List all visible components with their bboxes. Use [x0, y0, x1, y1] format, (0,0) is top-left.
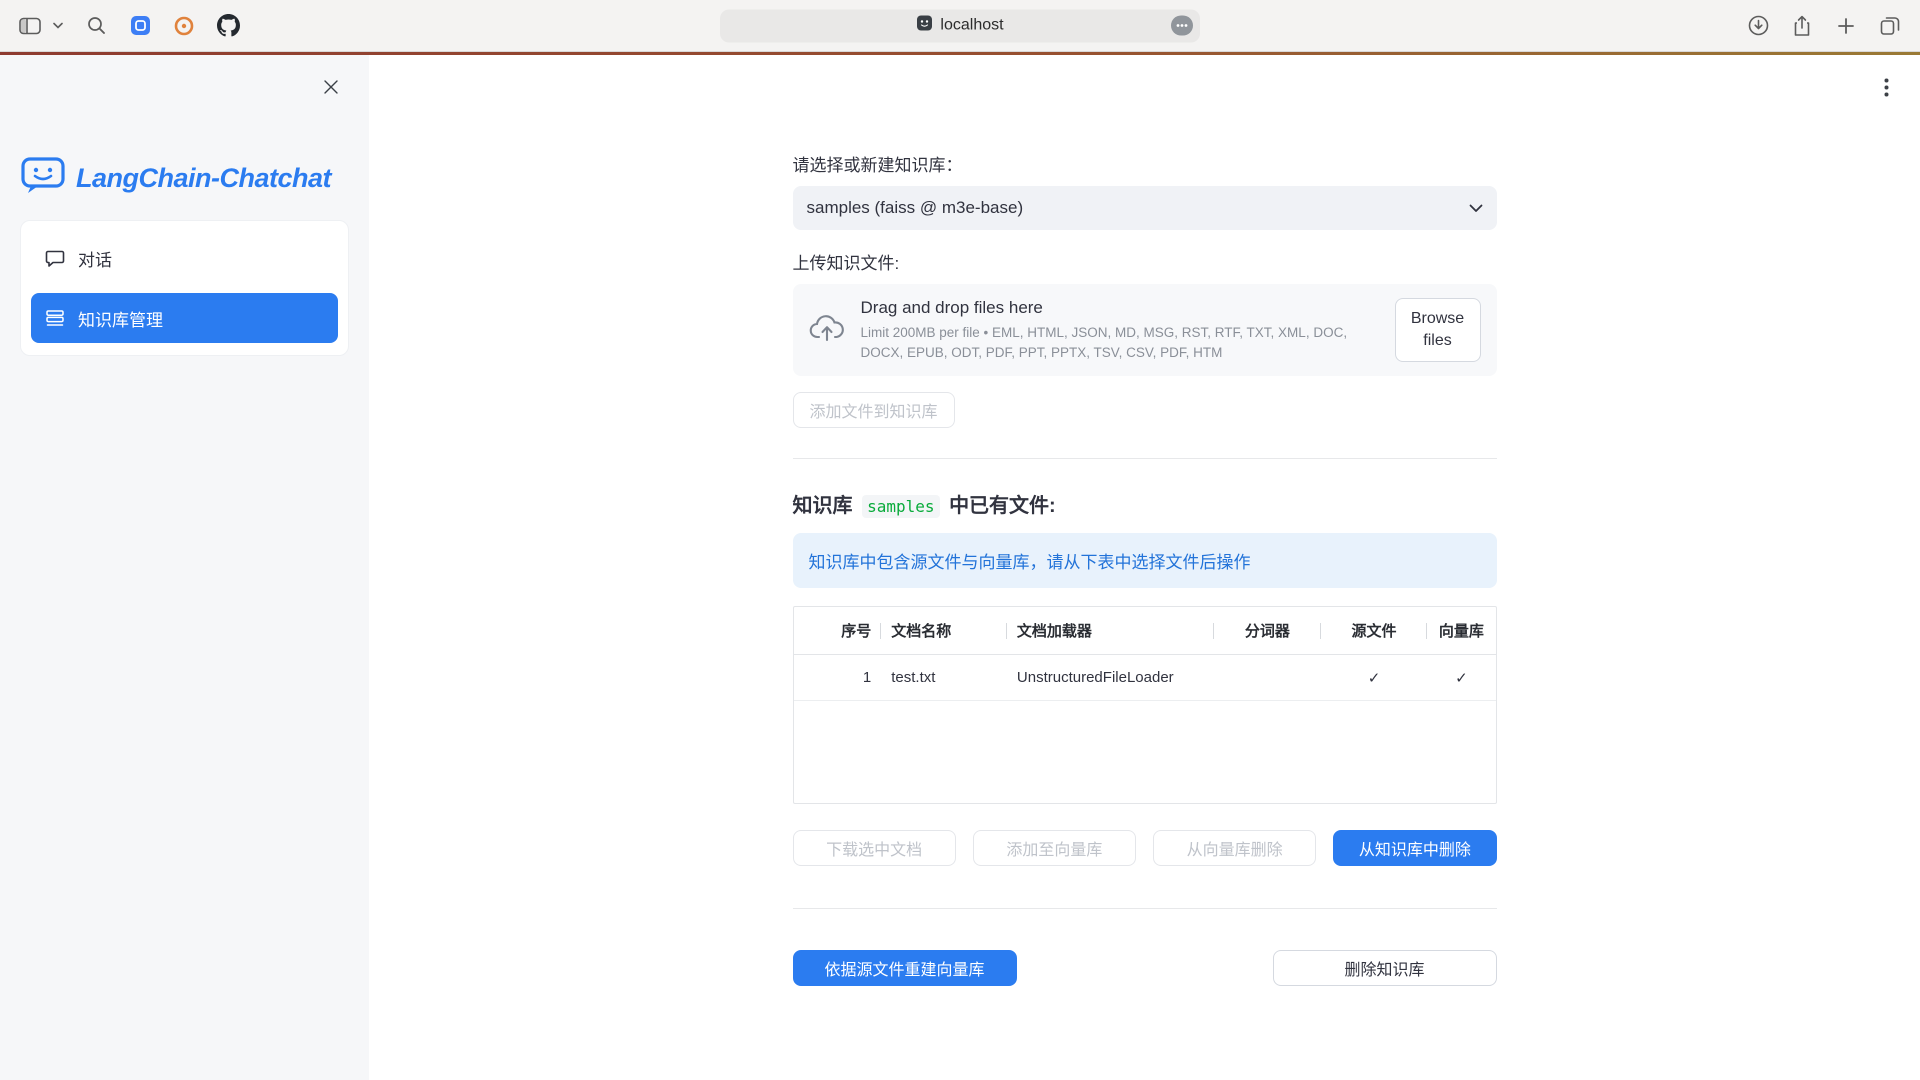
tab-overview-icon[interactable] — [1876, 12, 1904, 40]
file-dropzone[interactable]: Drag and drop files here Limit 200MB per… — [793, 284, 1497, 376]
knowledge-base-icon — [45, 308, 65, 328]
extension-icon-blue[interactable] — [126, 12, 154, 40]
remove-from-vector-store-button[interactable]: 从向量库删除 — [1153, 830, 1316, 866]
delete-kb-button[interactable]: 删除知识库 — [1273, 950, 1497, 986]
table-empty-area — [794, 701, 1496, 803]
cell-vector-store-check: ✓ — [1427, 669, 1495, 687]
kb-name-code: samples — [862, 495, 939, 518]
files-table: 序号 文档名称 文档加载器 分词器 源文件 向量库 1 test.txt Uns… — [793, 606, 1497, 804]
new-tab-icon[interactable] — [1832, 12, 1860, 40]
table-header-source-file[interactable]: 源文件 — [1321, 607, 1428, 654]
table-header-vector-store[interactable]: 向量库 — [1427, 607, 1495, 654]
cell-doc-name: test.txt — [881, 669, 1007, 686]
chat-icon — [45, 248, 65, 268]
dropzone-title: Drag and drop files here — [861, 298, 1371, 318]
content-column: 请选择或新建知识库： samples (faiss @ m3e-base) 上传… — [793, 55, 1497, 986]
kb-select[interactable]: samples (faiss @ m3e-base) — [793, 186, 1497, 230]
table-header-splitter[interactable]: 分词器 — [1214, 607, 1321, 654]
url-text: localhost — [940, 17, 1003, 35]
address-bar[interactable]: localhost — [720, 9, 1200, 42]
chevron-down-icon[interactable] — [50, 12, 66, 40]
table-header-doc-name[interactable]: 文档名称 — [881, 607, 1007, 654]
divider — [793, 458, 1497, 459]
logo-text: LangChain-Chatchat — [76, 163, 331, 194]
extensions-badge-icon[interactable] — [1171, 16, 1193, 36]
logo-icon — [20, 155, 66, 202]
sidebar-item-knowledge-base[interactable]: 知识库管理 — [31, 293, 338, 343]
sidebar-item-label: 对话 — [78, 246, 112, 271]
info-banner: 知识库中包含源文件与向量库，请从下表中选择文件后操作 — [793, 533, 1497, 588]
kb-select-value: samples (faiss @ m3e-base) — [807, 198, 1024, 218]
app-logo: LangChain-Chatchat — [20, 155, 349, 202]
sidebar-item-label: 知识库管理 — [78, 306, 163, 331]
select-chevron-icon — [1469, 198, 1483, 218]
kebab-menu-icon[interactable] — [1872, 73, 1900, 101]
kb-actions-row: 依据源文件重建向量库 删除知识库 — [793, 950, 1497, 986]
share-icon[interactable] — [1788, 12, 1816, 40]
downloads-icon[interactable] — [1744, 12, 1772, 40]
download-selected-button[interactable]: 下载选中文档 — [793, 830, 956, 866]
browser-toolbar: localhost — [0, 0, 1920, 52]
search-icon[interactable] — [82, 12, 110, 40]
cell-loader: UnstructuredFileLoader — [1007, 669, 1214, 686]
dropzone-text: Drag and drop files here Limit 200MB per… — [861, 298, 1379, 362]
delete-from-kb-button[interactable]: 从知识库中删除 — [1333, 830, 1496, 866]
cell-index: 1 — [794, 669, 882, 686]
cell-source-file-check: ✓ — [1321, 669, 1428, 687]
files-heading-suffix: 中已有文件: — [949, 495, 1056, 517]
table-header-index[interactable]: 序号 — [794, 607, 882, 654]
sidebar-toggle-icon[interactable] — [16, 12, 44, 40]
extension-icon-orange[interactable] — [170, 12, 198, 40]
table-row[interactable]: 1 test.txt UnstructuredFileLoader ✓ ✓ — [794, 655, 1496, 701]
table-header-loader[interactable]: 文档加载器 — [1007, 607, 1214, 654]
table-header-row: 序号 文档名称 文档加载器 分词器 源文件 向量库 — [794, 607, 1496, 655]
kb-select-label: 请选择或新建知识库： — [793, 151, 1497, 176]
github-icon[interactable] — [214, 12, 242, 40]
sidebar-item-chat[interactable]: 对话 — [31, 233, 338, 283]
upload-label: 上传知识文件: — [793, 249, 1497, 274]
sidebar-nav: 对话 知识库管理 — [20, 220, 349, 356]
browse-files-button[interactable]: Browse files — [1395, 298, 1481, 362]
site-favicon — [916, 15, 933, 37]
rebuild-vector-store-button[interactable]: 依据源文件重建向量库 — [793, 950, 1017, 986]
main-content: 请选择或新建知识库： samples (faiss @ m3e-base) 上传… — [369, 55, 1920, 1080]
add-files-button[interactable]: 添加文件到知识库 — [793, 392, 955, 428]
close-sidebar-icon[interactable] — [317, 73, 345, 101]
files-heading: 知识库 samples 中已有文件: — [793, 489, 1497, 518]
dropzone-hint: Limit 200MB per file • EML, HTML, JSON, … — [861, 323, 1371, 362]
cloud-upload-icon — [809, 313, 845, 348]
add-to-vector-store-button[interactable]: 添加至向量库 — [973, 830, 1136, 866]
file-actions-row: 下载选中文档 添加至向量库 从向量库删除 从知识库中删除 — [793, 830, 1497, 866]
files-heading-prefix: 知识库 — [793, 495, 853, 517]
divider — [793, 908, 1497, 909]
sidebar: LangChain-Chatchat 对话 知识库管理 — [0, 55, 369, 1080]
